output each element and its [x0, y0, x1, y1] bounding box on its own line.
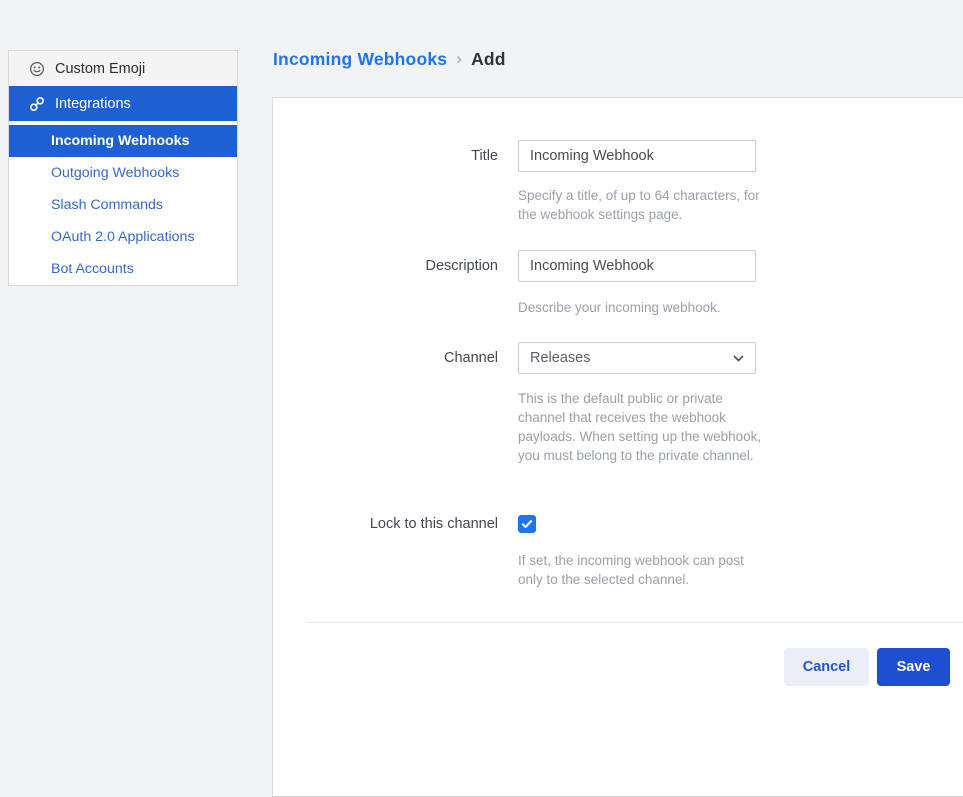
- lock-helper-text: If set, the incoming webhook can post on…: [518, 551, 768, 589]
- chevron-down-icon: [733, 350, 744, 366]
- page-title: Add: [471, 49, 506, 70]
- description-helper-text: Describe your incoming webhook.: [518, 298, 768, 317]
- description-input[interactable]: [518, 250, 756, 282]
- lock-channel-label: Lock to this channel: [273, 513, 498, 535]
- save-button[interactable]: Save: [877, 648, 950, 686]
- sidebar-item-outgoing-webhooks[interactable]: Outgoing Webhooks: [9, 157, 237, 189]
- sidebar-item-slash-commands[interactable]: Slash Commands: [9, 189, 237, 221]
- sidebar-item-custom-emoji[interactable]: Custom Emoji: [9, 51, 237, 86]
- breadcrumb-parent-link[interactable]: Incoming Webhooks: [273, 49, 447, 70]
- breadcrumb: Incoming Webhooks › Add: [273, 49, 506, 70]
- channel-label: Channel: [273, 342, 498, 374]
- cancel-button[interactable]: Cancel: [784, 648, 869, 686]
- channel-helper-text: This is the default public or private ch…: [518, 389, 768, 465]
- footer-divider: [306, 622, 963, 623]
- title-helper-text: Specify a title, of up to 64 characters,…: [518, 186, 768, 224]
- lock-checkbox[interactable]: [518, 515, 536, 533]
- emoji-icon: [29, 61, 45, 77]
- link-icon: [29, 96, 45, 112]
- sidebar-item-label: Custom Emoji: [55, 61, 145, 77]
- checkmark-icon: [521, 518, 533, 530]
- channel-select-value: Releases: [530, 350, 590, 366]
- channel-select[interactable]: Releases: [518, 342, 756, 374]
- description-label: Description: [273, 250, 498, 282]
- admin-sidebar: Custom Emoji Integrations Incoming Webho…: [8, 50, 238, 286]
- sidebar-item-oauth-applications[interactable]: OAuth 2.0 Applications: [9, 221, 237, 253]
- sidebar-item-bot-accounts[interactable]: Bot Accounts: [9, 253, 237, 285]
- title-label: Title: [273, 140, 498, 172]
- sidebar-item-label: Integrations: [55, 96, 131, 112]
- sidebar-item-integrations[interactable]: Integrations: [9, 86, 237, 121]
- title-input[interactable]: [518, 140, 756, 172]
- breadcrumb-separator: ›: [456, 49, 462, 69]
- sidebar-item-incoming-webhooks[interactable]: Incoming Webhooks: [9, 125, 237, 157]
- webhook-add-form-panel: Title Specify a title, of up to 64 chara…: [272, 97, 963, 797]
